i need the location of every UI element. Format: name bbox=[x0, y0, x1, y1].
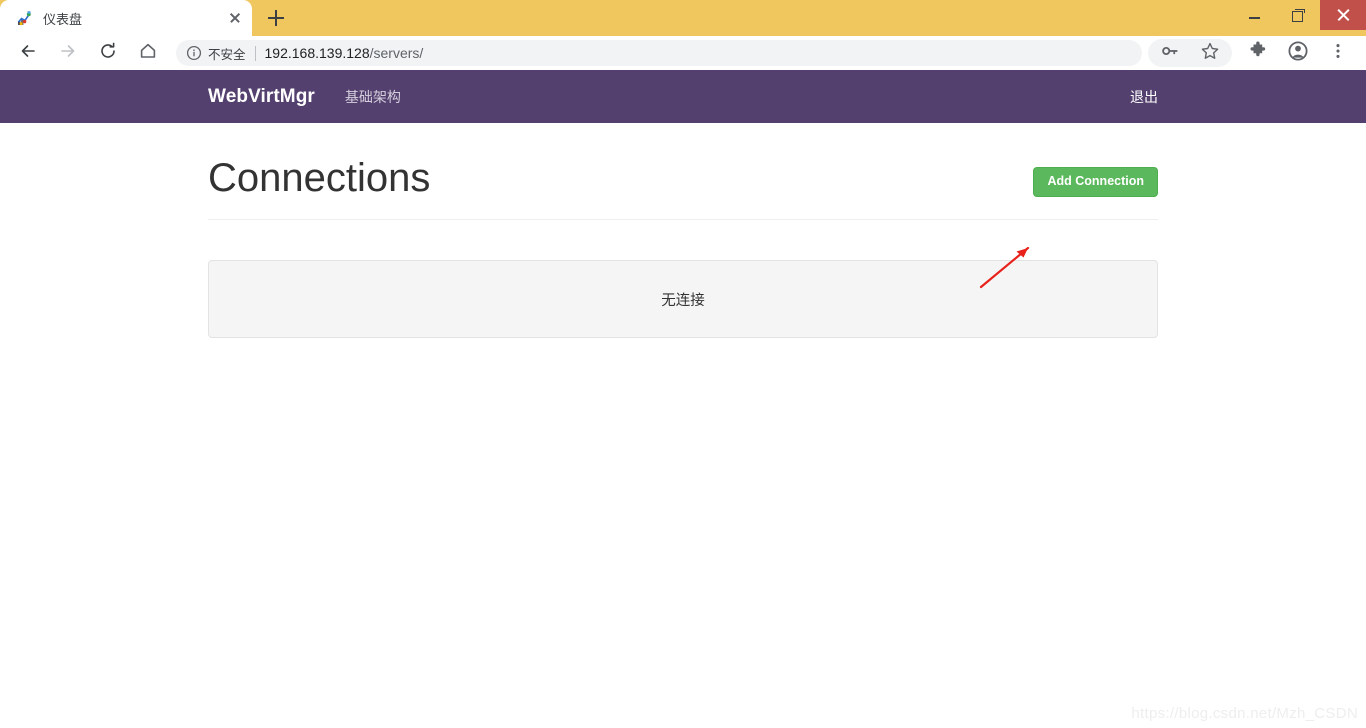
arrow-right-icon bbox=[58, 41, 78, 66]
window-controls bbox=[1232, 0, 1366, 30]
star-icon bbox=[1200, 41, 1220, 66]
browser-menu-button[interactable] bbox=[1323, 38, 1353, 68]
reload-icon bbox=[98, 41, 118, 66]
address-bar[interactable]: 不安全 192.168.139.128/servers/ bbox=[176, 40, 1142, 66]
navbar-brand[interactable]: WebVirtMgr bbox=[208, 86, 315, 108]
home-button[interactable] bbox=[133, 38, 163, 68]
page-title: Connections bbox=[208, 156, 431, 200]
extensions-button[interactable] bbox=[1243, 38, 1273, 68]
close-icon bbox=[1336, 8, 1350, 22]
omnibox-divider bbox=[254, 45, 256, 61]
info-circle-icon[interactable] bbox=[186, 45, 202, 61]
profile-button[interactable] bbox=[1283, 38, 1313, 68]
navbar-left-group: WebVirtMgr 基础架构 bbox=[208, 86, 401, 108]
logout-link[interactable]: 退出 bbox=[1130, 87, 1158, 107]
tab-title: 仪表盘 bbox=[43, 11, 83, 27]
url-path: /servers/ bbox=[369, 45, 424, 61]
minimize-icon bbox=[1248, 17, 1260, 19]
content-container: Connections Add Connection 无连接 bbox=[208, 123, 1158, 338]
empty-state-text: 无连接 bbox=[661, 292, 705, 309]
omnibox-action-group bbox=[1148, 39, 1232, 67]
puzzle-icon bbox=[1248, 41, 1268, 66]
reload-button[interactable] bbox=[93, 38, 123, 68]
security-status-text: 不安全 bbox=[208, 47, 246, 62]
maximize-icon bbox=[1291, 9, 1305, 22]
back-button[interactable] bbox=[13, 38, 43, 68]
app-navbar: WebVirtMgr 基础架构 退出 bbox=[0, 70, 1366, 123]
watermark-text: https://blog.csdn.net/Mzh_CSDN bbox=[1131, 705, 1358, 722]
close-window-button[interactable] bbox=[1320, 0, 1366, 30]
toolbar-actions bbox=[1148, 38, 1358, 68]
tab-strip: 仪表盘 bbox=[0, 0, 1366, 36]
page-viewport: WebVirtMgr 基础架构 退出 Connections Add Conne… bbox=[0, 70, 1366, 728]
browser-toolbar: 不安全 192.168.139.128/servers/ bbox=[0, 36, 1366, 70]
nav-link-infrastructure[interactable]: 基础架构 bbox=[345, 87, 401, 107]
arrow-left-icon bbox=[18, 41, 38, 66]
home-icon bbox=[138, 41, 158, 66]
url-text: 192.168.139.128/servers/ bbox=[265, 45, 1132, 61]
url-host: 192.168.139.128 bbox=[264, 45, 370, 61]
tab-close-icon[interactable] bbox=[226, 9, 244, 27]
add-connection-button[interactable]: Add Connection bbox=[1033, 167, 1158, 197]
account-circle-icon bbox=[1287, 40, 1309, 67]
three-dots-vertical-icon bbox=[1328, 41, 1348, 66]
forward-button[interactable] bbox=[53, 38, 83, 68]
browser-tab[interactable]: 仪表盘 bbox=[0, 0, 252, 36]
page-header: Connections Add Connection bbox=[208, 156, 1158, 220]
key-icon bbox=[1160, 41, 1180, 66]
bookmark-button[interactable] bbox=[1195, 38, 1225, 68]
browser-window: 仪表盘 不安全 192.168.139.128/servers/ WebVirt… bbox=[0, 0, 1366, 728]
navbar-nav: 基础架构 bbox=[345, 87, 401, 107]
connections-empty-panel: 无连接 bbox=[208, 260, 1158, 338]
chart-favicon-icon bbox=[16, 10, 33, 27]
minimize-window-button[interactable] bbox=[1232, 0, 1276, 30]
password-key-button[interactable] bbox=[1155, 38, 1185, 68]
new-tab-button[interactable] bbox=[262, 4, 290, 32]
maximize-window-button[interactable] bbox=[1276, 0, 1320, 30]
